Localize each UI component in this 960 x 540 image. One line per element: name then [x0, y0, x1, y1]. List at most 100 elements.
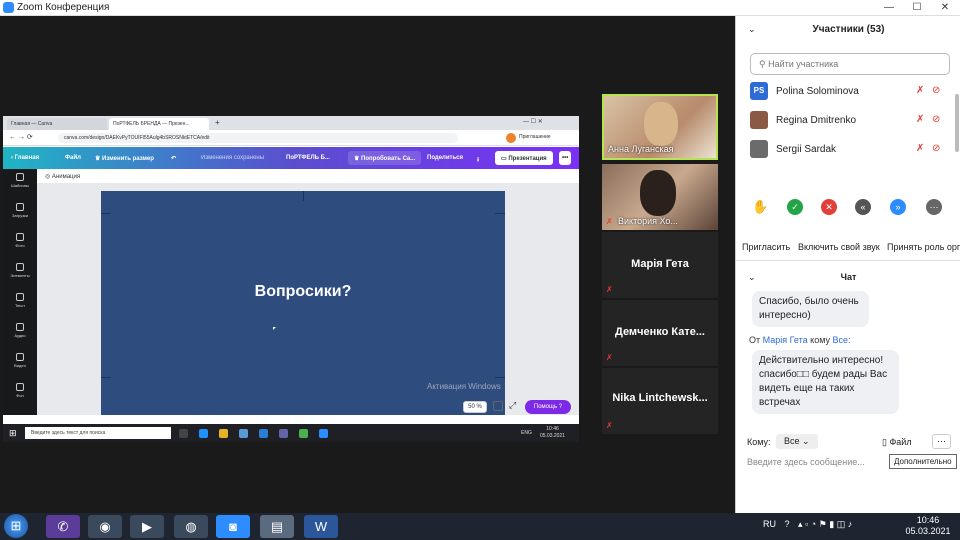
chat-input[interactable]: Введите здесь сообщение... [747, 457, 865, 467]
muted-mic-icon: ✗ [916, 114, 925, 125]
maximize-button[interactable]: ☐ [903, 0, 931, 16]
participant-tile[interactable]: Демченко Кате... ✗ [602, 300, 718, 366]
side-item-photos[interactable]: Фото [3, 229, 37, 261]
share-link[interactable]: Поделиться [427, 155, 463, 161]
claim-host-button[interactable]: Принять роль орга [887, 242, 960, 252]
participant-row[interactable]: Sergii Sardak ✗ ⊘ [750, 138, 955, 166]
undo-icon[interactable]: ↶ [171, 155, 176, 162]
chrome-icon[interactable] [299, 429, 308, 438]
language-indicator[interactable]: RU [763, 519, 776, 529]
search-placeholder: Найти участника [768, 59, 839, 69]
invite-label[interactable]: Приглашение [519, 134, 551, 140]
viber-icon[interactable]: ✆ [46, 515, 80, 538]
side-item-background[interactable]: Фон [3, 379, 37, 411]
edge-icon[interactable] [199, 429, 208, 438]
minimize-button[interactable]: — [875, 0, 903, 16]
canva-home-label: Главная [14, 155, 40, 161]
tray-icons[interactable]: ▴ ▫ ◔ ⚑ ▮ ◫ ♪ [798, 519, 852, 529]
raise-hand-icon[interactable]: ✋ [752, 199, 768, 215]
remote-search-box[interactable]: Введите здесь текст для поиска [25, 427, 171, 439]
document-title[interactable]: ПоРТФЕЛЬ Б... [286, 155, 330, 161]
browser-window-controls[interactable]: — ☐ ✕ [523, 118, 543, 125]
side-item-uploads[interactable]: Загрузки [3, 199, 37, 231]
text-icon [16, 293, 24, 301]
side-item-video[interactable]: Видео [3, 349, 37, 381]
task-view-icon[interactable] [179, 429, 188, 438]
zoom-app-icon[interactable]: ◙ [216, 515, 250, 538]
video-off-icon: ⊘ [932, 143, 941, 154]
side-item-text[interactable]: Текст [3, 289, 37, 321]
remote-lang[interactable]: ENG [521, 430, 532, 436]
chat-more-button[interactable]: ⋯ [932, 434, 951, 449]
side-item-audio[interactable]: Аудио [3, 319, 37, 351]
file-button[interactable]: ▯ Файл [882, 437, 912, 448]
slide-guide [495, 213, 505, 214]
browser-tab-active[interactable]: ПоРТФЕЛЬ БРЕНДА — Презен... [109, 118, 209, 130]
animation-label: Анимация [51, 174, 81, 180]
new-tab-icon[interactable]: + [215, 118, 220, 127]
clock[interactable]: 10:46 05.03.2021 [900, 515, 956, 537]
chrome-icon[interactable]: ◉ [88, 515, 122, 538]
participants-scrollbar[interactable] [955, 94, 959, 152]
grid-view-icon[interactable] [493, 401, 503, 411]
shared-screen[interactable]: Главная — Canva ПоРТФЕЛЬ БРЕНДА — Презен… [3, 116, 579, 442]
more-reactions-icon[interactable]: ⋯ [926, 199, 942, 215]
participant-row[interactable]: Regina Dmitrenko ✗ ⊘ [750, 109, 955, 137]
no-icon[interactable]: ✕ [821, 199, 837, 215]
help-icon[interactable]: ? [785, 519, 790, 529]
participant-name: Анна Луганская [608, 144, 674, 154]
canva-resize-button[interactable]: ♛ Изменить размер [95, 155, 154, 162]
go-faster-icon[interactable]: » [890, 199, 906, 215]
animation-bar[interactable]: ◎ Анимация [37, 169, 579, 183]
address-bar[interactable]: canva.com/design/DAEKvPyTOUIFI55Aulg4bSR… [58, 133, 458, 143]
unmute-self-button[interactable]: Включить свой звук [798, 242, 880, 252]
explorer-icon[interactable]: ▤ [260, 515, 294, 538]
more-tooltip: Дополнительно [889, 454, 957, 469]
side-item-elements[interactable]: Элементы [3, 259, 37, 291]
sender-name[interactable]: Марія Гета [763, 335, 808, 345]
media-player-icon[interactable]: ▶ [130, 515, 164, 538]
profile-avatar[interactable] [506, 133, 516, 143]
teams-icon[interactable] [279, 429, 288, 438]
video-icon [16, 353, 24, 361]
system-tray: RU ? ▴ ▫ ◔ ⚑ ▮ ◫ ♪ [763, 519, 852, 530]
side-item-templates[interactable]: Шаблоны [3, 169, 37, 201]
fullscreen-icon[interactable]: ⤢ [509, 400, 516, 411]
yes-icon[interactable]: ✓ [787, 199, 803, 215]
remote-clock[interactable]: 10:46 05.03.2021 [540, 426, 565, 440]
canva-file-menu[interactable]: Файл [65, 155, 81, 161]
participant-video-tile[interactable]: ✗ Виктория Хо... [602, 164, 718, 230]
help-button[interactable]: Помощь ? [525, 400, 571, 414]
try-pro-button[interactable]: ♛ Попробовать Ca... [348, 151, 422, 165]
participant-search-input[interactable]: ⚲ Найти участника [750, 53, 950, 75]
side-item-label: Аудио [14, 333, 26, 338]
participant-row[interactable]: PS Polina Solominova ✗ ⊘ [750, 80, 955, 108]
close-button[interactable]: ✕ [931, 0, 959, 16]
participant-row-name: Sergii Sardak [776, 144, 837, 155]
download-icon[interactable]: ⭳ [477, 155, 479, 165]
canva-home-link[interactable]: ‹ Главная [11, 155, 39, 161]
participant-tile[interactable]: Марія Гета ✗ [602, 232, 718, 298]
participant-video-tile[interactable]: Анна Луганская [602, 94, 718, 160]
participant-tile[interactable]: Nika Lintchewsk... ✗ [602, 368, 718, 434]
word-icon[interactable]: W [304, 515, 338, 538]
browser-tab[interactable]: Главная — Canva [7, 118, 107, 130]
mail-icon[interactable] [259, 429, 268, 438]
video-off-icon: ⊘ [932, 85, 941, 96]
participant-video [640, 170, 676, 216]
windows-start-icon[interactable]: ⊞ [9, 428, 17, 439]
store-icon[interactable] [239, 429, 248, 438]
go-slower-icon[interactable]: « [855, 199, 871, 215]
zoom-percent[interactable]: 50 % [463, 401, 487, 413]
present-button[interactable]: ▭ Презентация [495, 151, 553, 165]
start-button[interactable]: ⊞ [4, 514, 28, 538]
slide-guide [495, 377, 505, 378]
send-to-dropdown[interactable]: Все ⌄ [776, 434, 818, 449]
more-button[interactable]: ••• [559, 151, 572, 165]
explorer-icon[interactable] [219, 429, 228, 438]
back-forward-icon[interactable]: ← → ⟳ [9, 133, 33, 141]
zoom-icon[interactable] [319, 429, 328, 438]
firefox-icon[interactable]: ◍ [174, 515, 208, 538]
muted-mic-icon: ✗ [606, 217, 613, 226]
invite-button[interactable]: Пригласить [742, 242, 790, 252]
